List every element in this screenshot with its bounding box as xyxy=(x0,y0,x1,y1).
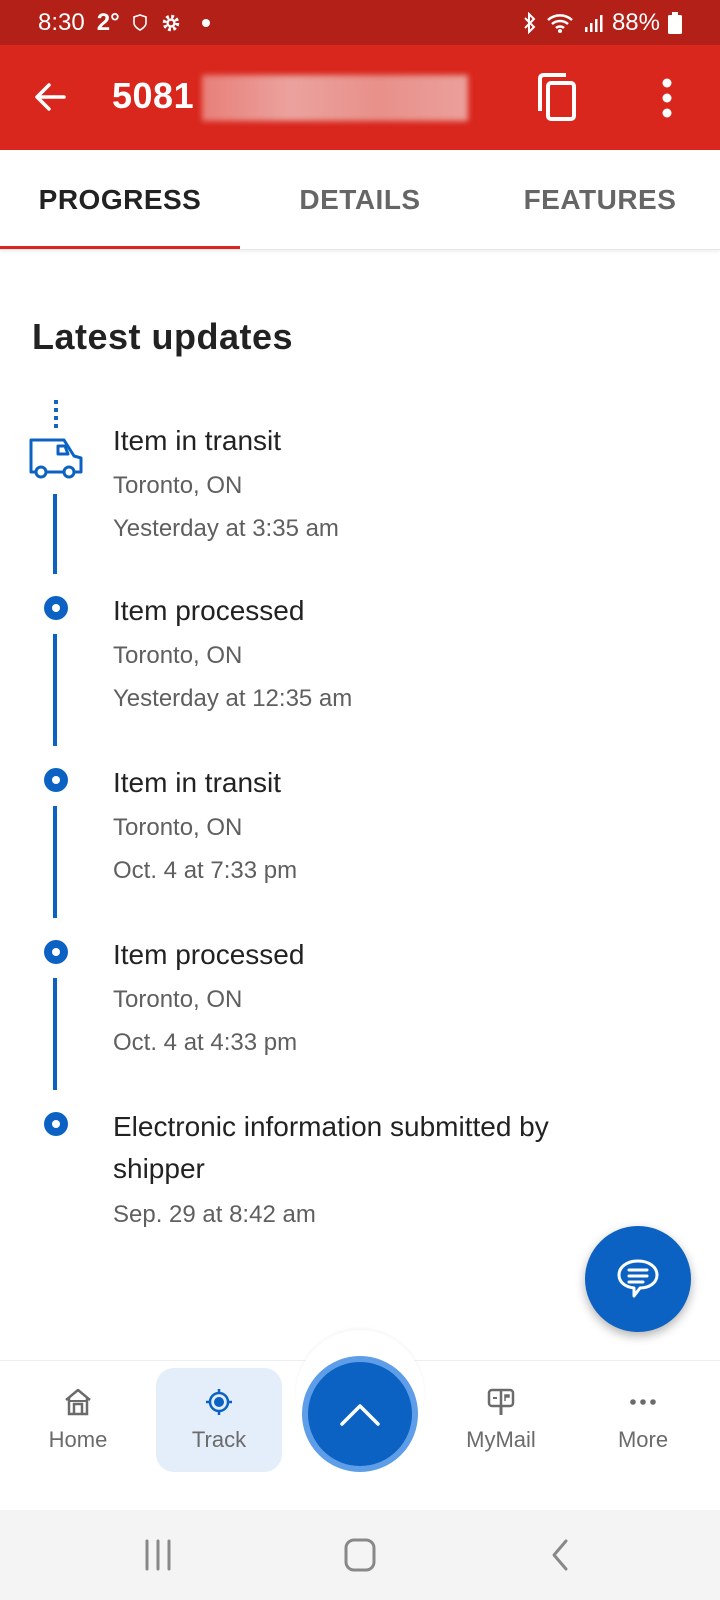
nav-mymail[interactable]: MyMail xyxy=(438,1368,564,1472)
timeline-connector xyxy=(53,634,57,746)
event-location: Toronto, ON xyxy=(113,472,243,499)
dot-icon xyxy=(201,18,210,27)
target-icon xyxy=(206,1389,232,1415)
redacted-tracking-digits xyxy=(202,75,468,121)
nav-label: MyMail xyxy=(466,1427,536,1452)
back-button[interactable] xyxy=(30,77,70,117)
nav-label: More xyxy=(617,1427,669,1452)
truck-icon xyxy=(29,438,83,479)
tracking-number: 5081 xyxy=(112,75,195,116)
mailbox-icon xyxy=(487,1388,515,1415)
event-location: Toronto, ON xyxy=(113,642,243,669)
tab-progress[interactable]: PROGRESS xyxy=(0,150,240,249)
more-horizontal-icon xyxy=(630,1399,656,1405)
timeline-dots xyxy=(54,400,58,430)
nav-label: Home xyxy=(48,1427,108,1452)
timeline-connector xyxy=(53,806,57,918)
battery-percentage: 88% xyxy=(611,8,660,36)
event-location: Toronto, ON xyxy=(113,814,243,841)
section-title: Latest updates xyxy=(32,316,294,357)
event-title: Item processed xyxy=(113,939,305,970)
status-time: 8:30 xyxy=(38,8,85,36)
system-navigation-bar xyxy=(0,1510,720,1600)
tab-details[interactable]: DETAILS xyxy=(240,150,480,249)
gear-icon xyxy=(162,14,179,31)
event-location: Toronto, ON xyxy=(113,986,243,1013)
bluetooth-icon xyxy=(524,11,536,34)
chat-icon xyxy=(617,1259,659,1298)
dot-icon xyxy=(44,1112,68,1136)
event-title: Item processed xyxy=(113,595,305,626)
event-time: Yesterday at 12:35 am xyxy=(113,685,353,712)
event-time: Oct. 4 at 4:33 pm xyxy=(113,1029,298,1056)
dot-icon xyxy=(44,596,68,620)
more-options-button[interactable] xyxy=(652,75,682,121)
chat-button[interactable] xyxy=(585,1226,691,1332)
dot-icon xyxy=(44,768,68,792)
chevron-up-icon xyxy=(340,1404,380,1426)
nav-home[interactable]: Home xyxy=(15,1368,141,1472)
timeline-connector xyxy=(53,494,57,574)
home-system-button[interactable] xyxy=(340,1538,380,1572)
shield-icon xyxy=(132,13,147,31)
status-bar: 8:30 2° 88% xyxy=(0,0,720,45)
battery-icon xyxy=(668,11,682,34)
event-time: Yesterday at 3:35 am xyxy=(113,515,339,542)
dot-icon xyxy=(44,940,68,964)
event-time: Oct. 4 at 7:33 pm xyxy=(113,857,298,884)
recent-apps-button[interactable] xyxy=(138,1538,178,1572)
nav-more[interactable]: More xyxy=(580,1368,706,1472)
timeline-connector xyxy=(53,978,57,1090)
signal-icon xyxy=(584,14,603,32)
tab-bar: PROGRESS DETAILS FEATURES xyxy=(0,150,720,250)
copy-button[interactable] xyxy=(536,73,580,123)
home-icon xyxy=(65,1388,91,1416)
wifi-icon xyxy=(547,13,573,33)
back-system-button[interactable] xyxy=(540,1538,580,1572)
expand-menu-button[interactable] xyxy=(302,1356,418,1472)
nav-track[interactable]: Track xyxy=(156,1368,282,1472)
event-time: Sep. 29 at 8:42 am xyxy=(113,1201,316,1228)
status-temperature: 2° xyxy=(96,8,120,36)
event-title: Electronic information submitted by ship… xyxy=(113,1111,549,1184)
event-title: Item in transit xyxy=(113,425,282,456)
tab-features[interactable]: FEATURES xyxy=(480,150,720,249)
nav-label: Track xyxy=(191,1427,247,1452)
event-title: Item in transit xyxy=(113,767,282,798)
app-bar: 5081 xyxy=(0,45,720,150)
